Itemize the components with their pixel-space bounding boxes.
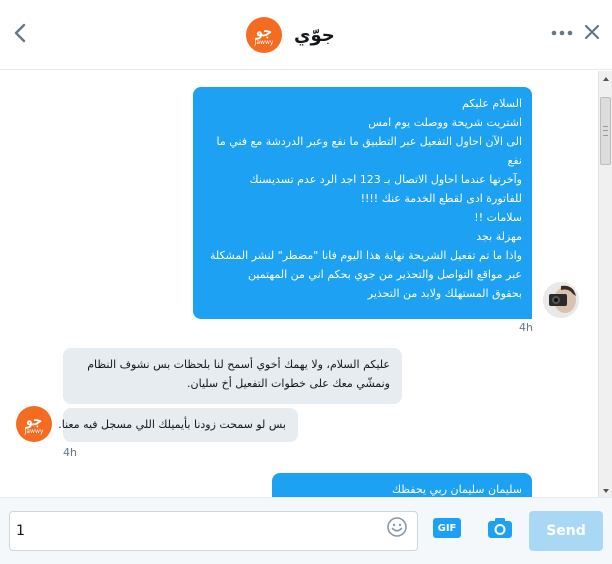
scroll-thumb[interactable]: [600, 97, 611, 165]
more-dots-icon: [551, 30, 573, 36]
conversation-title: جوّي: [294, 24, 335, 46]
gif-button[interactable]: GIF: [433, 518, 461, 538]
message-line: عليكم السلام، ولا يهمك أخوي أسمح لنا بلح…: [87, 358, 390, 371]
add-photo-button[interactable]: [486, 515, 514, 541]
message-line: سلامات !!: [474, 211, 522, 224]
message-scrollbar[interactable]: [598, 71, 612, 497]
message-line: عبر مواقع التواصل والتحذير من جوي بحكم ا…: [247, 268, 522, 281]
triangle-down-icon: [603, 489, 609, 493]
close-button[interactable]: [581, 21, 603, 43]
gif-icon: GIF: [437, 522, 457, 534]
message-line: نفع: [507, 154, 522, 167]
logo-word: Jawwy: [24, 427, 44, 435]
message-input-box[interactable]: [9, 511, 418, 551]
user-avatar[interactable]: [543, 282, 579, 318]
more-options-button[interactable]: [549, 22, 575, 42]
jawwy-logo-avatar: جو Jawwy: [246, 17, 282, 53]
back-button[interactable]: [8, 20, 34, 46]
message-bubble-outgoing: سليمان سليمان ربي يحفظك: [272, 473, 532, 497]
message-line: الى الآن احاول التفعيل عبر التطبيق ما نف…: [216, 135, 522, 148]
scroll-up-button[interactable]: [599, 71, 612, 85]
emoji-icon: [387, 517, 407, 537]
message-line: سليمان سليمان ربي يحفظك: [392, 483, 522, 496]
message-bubble-incoming: عليكم السلام، ولا يهمك أخوي أسمح لنا بلح…: [63, 348, 402, 404]
message-line: ونمشّي معك على خطوات التفعيل أخ سليان.: [187, 377, 390, 390]
conversation-title-area: جو Jawwy جوّي: [246, 17, 335, 53]
logo-glyph: جو: [26, 412, 42, 429]
message-bubble-incoming: بس لو سمحت زودنا بأيميلك اللي مسجل فيه م…: [58, 408, 298, 442]
message-line: للفاتورة ادى لقطع الخدمة عنك !!!!: [360, 192, 522, 205]
camera-photo-avatar-icon: [543, 282, 579, 318]
logo-word: Jawwy: [254, 38, 274, 46]
chevron-left-icon: [14, 23, 26, 43]
message-input[interactable]: [16, 518, 376, 544]
message-line: وآخرتها عندما احاول الاتصال بـ 123 اجد ا…: [249, 173, 522, 186]
message-line: السلام عليكم: [461, 97, 522, 110]
message-timestamp: 4h: [519, 321, 533, 334]
message-line: بحقوق المستهلك ولابد من التحذير: [367, 287, 522, 300]
camera-icon: [488, 518, 512, 538]
close-icon: [584, 24, 600, 40]
message-line: اشتريت شريحة ووصلت يوم امس: [368, 116, 522, 129]
message-line: مهزلة بجد: [476, 230, 522, 243]
message-list[interactable]: السلام عليكم اشتريت شريحة ووصلت يوم امس …: [0, 71, 598, 497]
scroll-down-button[interactable]: [599, 483, 612, 497]
triangle-up-icon: [603, 77, 609, 81]
send-button[interactable]: Send: [529, 511, 603, 551]
logo-glyph: جو: [256, 23, 272, 40]
message-timestamp: 4h: [63, 446, 77, 459]
message-bubble-outgoing: السلام عليكم اشتريت شريحة ووصلت يوم امس …: [193, 87, 532, 319]
emoji-button[interactable]: [386, 516, 408, 538]
message-composer: [0, 497, 612, 564]
conversation-header: جو Jawwy جوّي: [0, 0, 612, 70]
message-line: واذا ما تم تفعيل الشريحة نهاية هذا اليوم…: [209, 249, 522, 262]
message-line: بس لو سمحت زودنا بأيميلك اللي مسجل فيه م…: [58, 418, 286, 431]
jawwy-avatar[interactable]: جو Jawwy: [16, 406, 52, 442]
